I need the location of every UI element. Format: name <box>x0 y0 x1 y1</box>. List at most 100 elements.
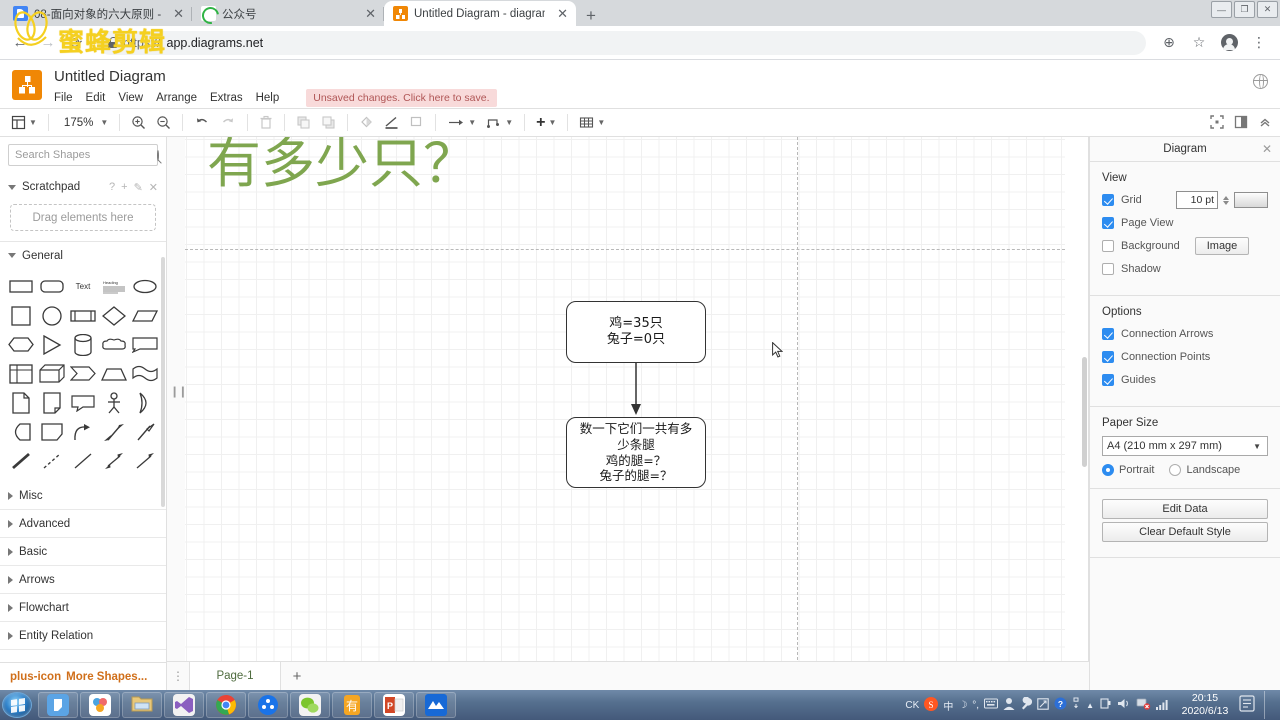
collapse-icon[interactable] <box>1258 115 1272 132</box>
window-maximize-button[interactable]: ❐ <box>1234 1 1255 18</box>
sidebar-section-advanced[interactable]: Advanced <box>0 510 166 538</box>
network-error-icon[interactable] <box>1136 697 1151 713</box>
shapes-panel-scrollbar[interactable] <box>161 257 165 507</box>
taskbar-app-powerpoint[interactable]: P <box>374 692 414 718</box>
shape-line-bidir-arrow[interactable] <box>100 447 129 474</box>
menu-arrange[interactable]: Arrange <box>156 92 197 104</box>
sidebar-section-basic[interactable]: Basic <box>0 538 166 566</box>
page-tab-page-1[interactable]: Page-1 <box>189 662 281 690</box>
address-bar[interactable]: https:// app.diagrams.net <box>98 30 1146 55</box>
shape-line-arrow[interactable] <box>131 447 160 474</box>
grid-size-spinner[interactable] <box>1223 195 1229 205</box>
taskbar-app-youdao-note[interactable]: 有 <box>332 692 372 718</box>
background-checkbox[interactable] <box>1102 240 1114 252</box>
wrench-icon[interactable] <box>1020 696 1033 713</box>
diagram-node-1[interactable]: 鸡=35只 兔子=0只 <box>566 301 706 363</box>
shape-line-dashed[interactable] <box>37 447 66 474</box>
taskbar-app-teambition[interactable] <box>80 692 120 718</box>
reload-icon[interactable]: ⟳ <box>64 31 88 55</box>
connection-arrow-icon[interactable]: ▼ <box>442 111 481 135</box>
edit-data-button[interactable]: Edit Data <box>1102 499 1268 519</box>
sidebar-section-entity-relation[interactable]: Entity Relation <box>0 622 166 650</box>
signal-icon[interactable] <box>1156 698 1171 713</box>
background-image-button[interactable]: Image <box>1194 237 1250 255</box>
shape-delay[interactable] <box>6 418 35 445</box>
windows-start-orb[interactable] <box>2 692 32 718</box>
screenshot-icon[interactable] <box>1037 697 1049 713</box>
page-view-checkbox[interactable] <box>1102 217 1114 229</box>
moon-icon[interactable]: ☽ <box>958 700 967 711</box>
portrait-radio[interactable] <box>1102 464 1114 476</box>
search-shapes-box[interactable] <box>8 144 159 166</box>
page-menu-icon[interactable]: ⋮ <box>167 662 189 690</box>
up-arrow-icon[interactable]: ▲ <box>1086 701 1094 710</box>
browser-tab-quip[interactable]: 08-面向对象的六大原则 - Quip ✕ <box>4 1 192 26</box>
shape-rounded-rectangle[interactable] <box>37 273 66 300</box>
shape-document[interactable] <box>6 389 35 416</box>
shape-process[interactable] <box>68 302 97 329</box>
clear-default-style-button[interactable]: Clear Default Style <box>1102 522 1268 542</box>
waypoint-icon[interactable]: ▼ <box>481 111 518 135</box>
scratchpad-close-icon[interactable]: ✕ <box>149 181 158 194</box>
shape-circle[interactable] <box>37 302 66 329</box>
profile-avatar-icon[interactable] <box>1216 30 1242 56</box>
format-panel-icon[interactable] <box>1234 115 1248 132</box>
insert-shape-button[interactable]: + ▼ <box>531 111 561 135</box>
sidebar-section-misc[interactable]: Misc <box>0 482 166 510</box>
tab-close-icon[interactable]: ✕ <box>167 7 184 20</box>
shape-trapezoid[interactable] <box>100 360 129 387</box>
taskbar-app-wechat[interactable] <box>290 692 330 718</box>
taskbar-app-visual-studio[interactable] <box>164 692 204 718</box>
shape-line-plain[interactable] <box>68 447 97 474</box>
zoom-in-icon[interactable] <box>126 111 151 135</box>
keyboard-icon[interactable] <box>984 698 999 712</box>
shape-tape[interactable] <box>131 360 160 387</box>
diagram-canvas[interactable]: ❙❙ 有多少只？ 鸡=35只 兔子=0只 数一下它们一共有多 少条腿 鸡的腿=？ <box>167 137 1089 690</box>
ime-mode-label[interactable]: 中 <box>943 698 953 713</box>
document-title[interactable]: Untitled Diagram <box>54 68 497 85</box>
show-desktop-button[interactable] <box>1264 691 1274 719</box>
canvas-heading-text[interactable]: 有多少只？ <box>207 137 477 198</box>
shape-curved-arrow[interactable] <box>68 418 97 445</box>
shape-arrow-outline[interactable] <box>131 418 160 445</box>
bookmark-star-icon[interactable]: ☆ <box>1186 30 1212 56</box>
taskbar-app-bilibili[interactable] <box>248 692 288 718</box>
browser-tab-diagrams[interactable]: Untitled Diagram - diagrams.n ✕ <box>384 1 576 26</box>
shape-triangle[interactable] <box>37 331 66 358</box>
shape-ellipse[interactable] <box>131 273 160 300</box>
diagram-node-2[interactable]: 数一下它们一共有多 少条腿 鸡的腿=？ 兔子的腿=？ <box>566 417 706 488</box>
menu-help[interactable]: Help <box>256 92 280 104</box>
grid-size-input[interactable]: 10 pt <box>1176 191 1218 209</box>
back-icon[interactable]: ← <box>8 31 32 55</box>
menu-edit[interactable]: Edit <box>86 92 106 104</box>
connection-arrows-checkbox[interactable] <box>1102 328 1114 340</box>
taskbar-app-beecut[interactable] <box>416 692 456 718</box>
help-icon[interactable]: ? <box>1054 697 1067 713</box>
shape-textbox[interactable]: Heading <box>100 273 129 300</box>
window-close-button[interactable]: ✕ <box>1257 1 1278 18</box>
shadow-checkbox[interactable] <box>1102 263 1114 275</box>
search-icon[interactable] <box>157 149 159 161</box>
add-page-button[interactable]: + <box>281 662 313 690</box>
connection-points-checkbox[interactable] <box>1102 351 1114 363</box>
new-tab-button[interactable]: + <box>576 7 606 26</box>
grid-checkbox[interactable] <box>1102 194 1114 206</box>
landscape-radio[interactable] <box>1169 464 1182 476</box>
action-center-icon[interactable] <box>1239 695 1255 715</box>
tray-ck-label[interactable]: CK <box>905 700 919 711</box>
shape-cube[interactable] <box>37 360 66 387</box>
taskbar-app-file-explorer[interactable] <box>122 692 162 718</box>
grid-color-swatch[interactable] <box>1234 192 1268 208</box>
shape-parallelogram[interactable] <box>131 302 160 329</box>
scratchpad-dropzone[interactable]: Drag elements here <box>10 204 156 231</box>
scratchpad-add-icon[interactable]: + <box>121 181 127 193</box>
shape-speech-bubble[interactable] <box>68 389 97 416</box>
window-minimize-button[interactable]: — <box>1211 1 1232 18</box>
shape-square[interactable] <box>6 302 35 329</box>
chrome-menu-icon[interactable]: ⋮ <box>1246 30 1272 56</box>
shape-line-thick[interactable] <box>6 447 35 474</box>
taskbar-app-chrome[interactable] <box>206 692 246 718</box>
zoom-out-icon[interactable] <box>151 111 176 135</box>
shape-callout[interactable] <box>131 331 160 358</box>
paper-size-select[interactable]: A4 (210 mm x 297 mm) ▼ <box>1102 436 1268 456</box>
